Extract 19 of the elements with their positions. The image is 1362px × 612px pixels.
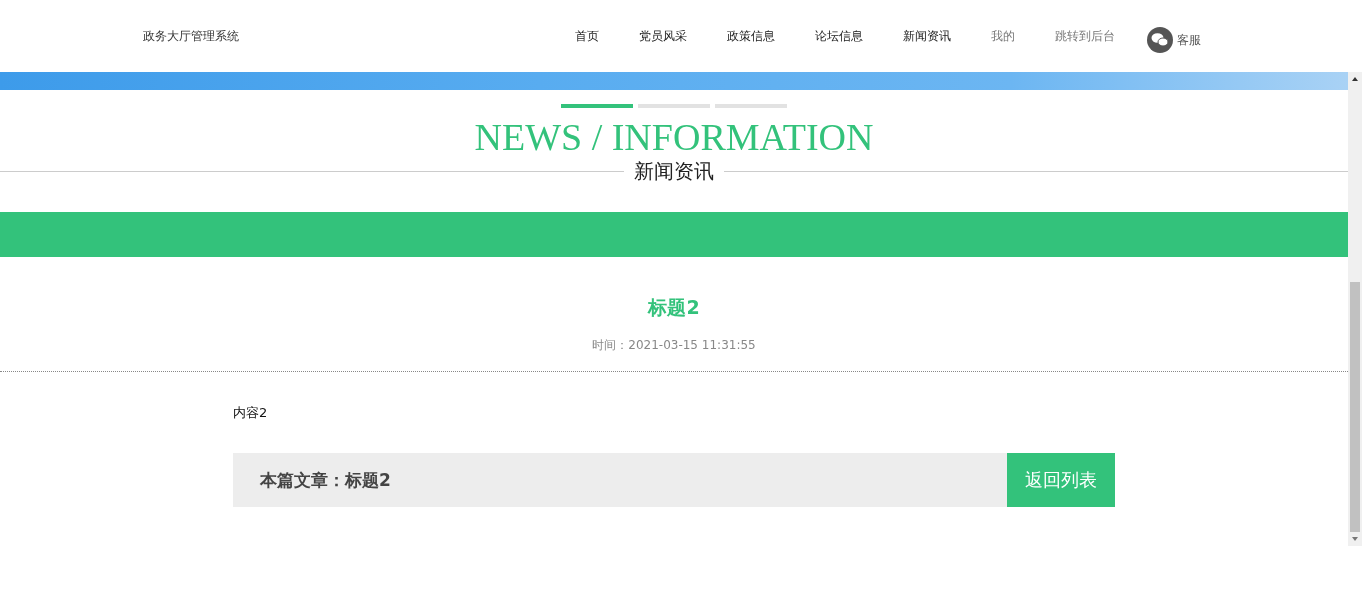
nav-link[interactable]: 我的	[971, 27, 1035, 45]
chat-bubbles-icon	[1147, 27, 1173, 53]
carousel-indicator[interactable]	[561, 104, 633, 108]
nav-link[interactable]: 党员风采	[619, 27, 707, 45]
nav-link[interactable]: 论坛信息	[795, 27, 883, 45]
nav-link[interactable]: 政策信息	[707, 27, 795, 45]
article-title: 标题2	[646, 295, 701, 320]
section-title: 新闻资讯	[633, 158, 715, 185]
scrollbar-thumb[interactable]	[1350, 282, 1360, 532]
section-title-english: NEWS / INFORMATION	[473, 118, 875, 156]
scrollbar[interactable]	[1348, 72, 1362, 546]
brand-name: 政务大厅管理系统	[143, 27, 240, 45]
nav-link[interactable]: 跳转到后台	[1035, 27, 1135, 45]
article-time: 时间：2021-03-15 11:31:55	[591, 337, 757, 354]
customer-service-link[interactable]: 客服	[1147, 19, 1201, 53]
nav-link[interactable]: 新闻资讯	[883, 27, 971, 45]
nav-link[interactable]: 首页	[555, 27, 619, 45]
current-article-label: 本篇文章：标题2	[259, 468, 392, 492]
article-content: 内容2	[233, 404, 269, 422]
